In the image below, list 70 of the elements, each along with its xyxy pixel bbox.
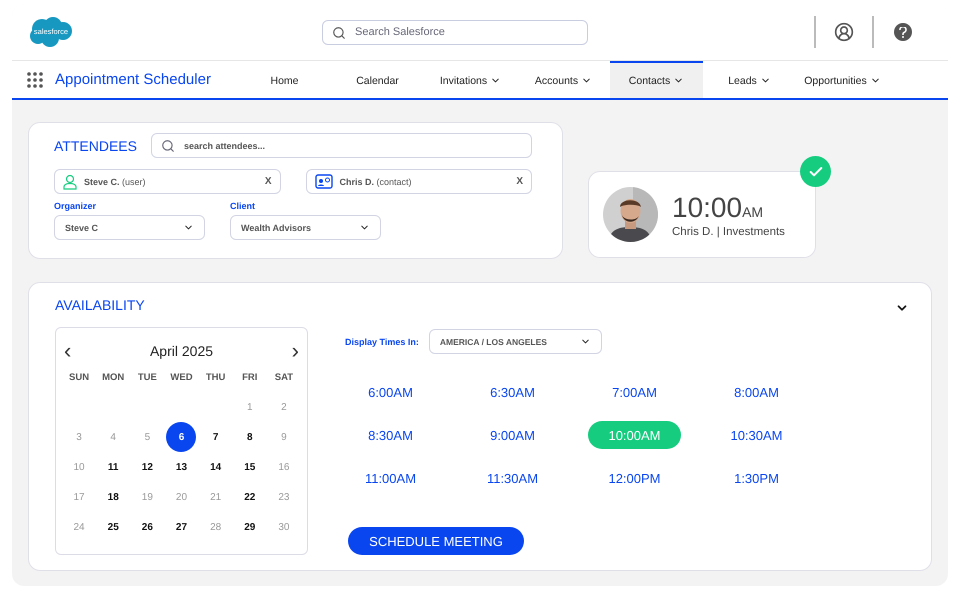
weekday-label: SAT [274, 371, 294, 385]
dropdown[interactable]: AMERICA / LOS ANGELES [428, 329, 602, 354]
previous-month-button[interactable]: ‹ [64, 340, 72, 362]
calendar-day[interactable]: 29 [234, 512, 265, 542]
nav-tab[interactable]: Leads [703, 61, 796, 98]
search-field[interactable]: Search Salesforce [322, 20, 588, 44]
logo-icon [28, 16, 74, 48]
app-launcher-icon[interactable] [27, 72, 43, 88]
remove-button[interactable]: X [264, 176, 272, 187]
weekday-label: WED [169, 371, 194, 385]
attendee-chip[interactable]: Chris D. (contact) X [306, 169, 532, 194]
calendar-day[interactable]: 13 [166, 452, 196, 482]
remove-button[interactable]: X [516, 176, 523, 187]
time-slot[interactable]: 8:00AM [714, 378, 799, 406]
time-slot[interactable]: 9:00AM [470, 421, 555, 449]
nav-tab[interactable]: Accounts [517, 61, 610, 98]
dropdown[interactable]: Steve C [54, 215, 205, 240]
search-field[interactable]: search attendees... [150, 133, 532, 158]
calendar-day[interactable]: 26 [132, 512, 162, 542]
appointment-subtitle: Chris D. | Investments [672, 226, 785, 238]
field-label: Display Times In: [345, 336, 419, 346]
weekday-label: THU [204, 371, 226, 385]
time-slot[interactable]: 11:30AM [466, 464, 558, 492]
nav-tab[interactable]: Invitations [424, 61, 517, 98]
calendar-day[interactable]: 11 [98, 452, 128, 482]
help-icon[interactable] [894, 23, 912, 41]
calendar-day[interactable]: 14 [200, 452, 231, 482]
user-icon[interactable] [834, 22, 854, 42]
app-title: Appointment Scheduler [55, 71, 212, 88]
nav-tab[interactable]: Home [238, 61, 331, 98]
calendar-day[interactable]: 25 [98, 512, 128, 542]
section-title: ATTENDEES [54, 138, 137, 154]
calendar-day[interactable]: 7 [200, 422, 231, 452]
calendar-day[interactable]: 27 [166, 512, 196, 542]
time-slot[interactable]: 1:30PM [714, 464, 799, 492]
next-month-button[interactable]: › [292, 340, 299, 362]
time-slot[interactable]: 6:00AM [348, 378, 433, 406]
weekday-label: SUN [68, 371, 90, 385]
attendee-name: Steve C. (user) [84, 176, 146, 186]
time-slot[interactable]: 11:00AM [344, 464, 436, 492]
calendar-day[interactable]: 15 [234, 452, 265, 482]
schedule-meeting-button[interactable]: SCHEDULE MEETING [348, 527, 524, 555]
time-slot[interactable]: 12:00PM [588, 464, 681, 492]
person-icon [63, 174, 77, 190]
nav-tab[interactable]: Opportunities [796, 61, 889, 98]
calendar-day[interactable]: 12 [132, 452, 162, 482]
calendar-day[interactable]: 18 [98, 482, 128, 512]
search-icon [332, 26, 346, 40]
field-label: Organizer [54, 201, 98, 211]
section-title: AVAILABILITY [55, 297, 145, 313]
time-slot[interactable]: 6:30AM [470, 378, 555, 406]
time-slot[interactable]: 8:30AM [348, 421, 433, 449]
contact-card-icon [314, 174, 332, 189]
weekday-label: MON [101, 371, 126, 385]
calendar-day[interactable]: 8 [234, 422, 265, 452]
weekday-label: FRI [241, 371, 258, 385]
field-label: Client [230, 201, 256, 211]
attendee-name: Chris D. (contact) [340, 176, 412, 186]
dropdown[interactable]: Wealth Advisors [230, 215, 381, 240]
nav-tab[interactable]: Calendar [331, 61, 424, 98]
calendar-day[interactable]: 22 [234, 482, 265, 512]
appointment-time: 10:00AM [672, 192, 764, 224]
calendar-day[interactable]: 6 [166, 422, 196, 452]
nav-tab[interactable]: Contacts [610, 61, 703, 98]
time-slot[interactable]: 7:00AM [592, 378, 677, 406]
search-icon [160, 139, 175, 153]
weekday-label: TUE [136, 371, 158, 385]
month-title: April 2025 [150, 343, 214, 359]
time-slot[interactable]: 10:30AM [710, 421, 803, 449]
attendee-chip[interactable]: Steve C. (user) X [54, 169, 280, 194]
